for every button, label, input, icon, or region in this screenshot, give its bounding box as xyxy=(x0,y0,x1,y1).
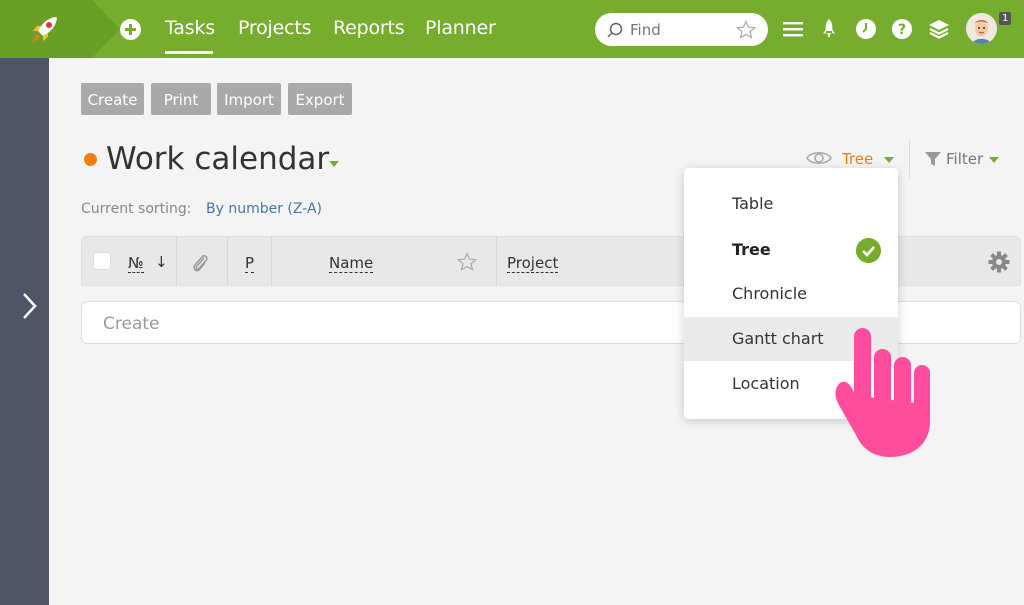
column-separator xyxy=(271,237,272,285)
filter-icon[interactable] xyxy=(924,150,942,168)
column-priority[interactable]: P xyxy=(245,255,255,273)
column-separator xyxy=(496,237,497,285)
sorting-label: Current sorting: xyxy=(81,201,192,217)
search-box xyxy=(595,13,768,46)
filter-caret[interactable] xyxy=(989,157,999,163)
import-button[interactable]: Import xyxy=(217,83,281,115)
column-project[interactable]: Project xyxy=(507,255,559,273)
add-new-icon[interactable] xyxy=(120,19,141,40)
chevron-right-icon[interactable] xyxy=(19,291,39,321)
layers-icon[interactable] xyxy=(928,18,950,40)
view-option-label: Tree xyxy=(732,240,771,259)
nav-tasks[interactable]: Tasks xyxy=(165,17,215,39)
create-button[interactable]: Create xyxy=(81,83,144,115)
quick-create-placeholder: Create xyxy=(103,314,160,334)
gear-icon[interactable] xyxy=(988,251,1010,273)
view-option-label: Location xyxy=(732,374,800,393)
collapsed-sidebar[interactable] xyxy=(0,58,49,605)
svg-text:?: ? xyxy=(898,22,906,38)
favorite-star-icon[interactable] xyxy=(736,20,756,40)
nav-projects[interactable]: Projects xyxy=(238,17,312,39)
view-option-label: Chronicle xyxy=(732,284,807,303)
nav-active-indicator xyxy=(165,51,213,54)
menu-icon[interactable] xyxy=(782,18,804,40)
sort-arrow-icon[interactable]: ↓ xyxy=(155,253,168,271)
view-caret[interactable] xyxy=(884,157,894,163)
title-dropdown-caret[interactable] xyxy=(329,161,339,167)
column-separator xyxy=(176,237,177,285)
filter-button[interactable]: Filter xyxy=(946,150,983,168)
clock-icon[interactable] xyxy=(855,18,877,40)
checkmark-icon xyxy=(856,238,881,263)
divider xyxy=(909,140,910,178)
user-avatar[interactable] xyxy=(966,13,997,44)
nav-reports[interactable]: Reports xyxy=(333,17,405,39)
avatar-image-icon xyxy=(966,13,997,44)
view-option-label: Gantt chart xyxy=(732,329,824,348)
column-name[interactable]: Name xyxy=(329,255,374,273)
column-separator xyxy=(227,237,228,285)
help-icon[interactable]: ? xyxy=(891,18,913,40)
view-option-chronicle[interactable]: Chronicle xyxy=(684,272,898,316)
view-option-tree[interactable]: Tree xyxy=(684,228,898,272)
status-dot xyxy=(84,153,97,166)
select-all-checkbox[interactable] xyxy=(93,252,111,270)
rocket-icon[interactable] xyxy=(818,18,840,40)
nav-planner[interactable]: Planner xyxy=(425,17,496,39)
view-option-table[interactable]: Table xyxy=(684,182,898,226)
rocket-logo-icon xyxy=(32,17,57,43)
view-option-label: Table xyxy=(732,194,774,213)
logo-block[interactable] xyxy=(0,0,120,58)
export-button[interactable]: Export xyxy=(288,83,352,115)
page-title: Work calendar xyxy=(106,141,330,177)
view-mode-selector[interactable]: Tree xyxy=(842,150,873,168)
column-number[interactable]: № xyxy=(128,255,144,273)
sorting-value-link[interactable]: By number (Z-A) xyxy=(206,201,322,217)
print-button[interactable]: Print xyxy=(151,83,211,115)
hand-cursor-icon xyxy=(835,328,930,457)
notification-badge: 1 xyxy=(999,12,1012,25)
eye-icon[interactable] xyxy=(806,148,832,168)
search-input[interactable] xyxy=(630,21,725,39)
star-icon[interactable] xyxy=(457,252,477,272)
search-icon xyxy=(607,22,623,38)
paperclip-icon[interactable] xyxy=(190,252,210,274)
top-navigation-bar: Tasks Projects Reports Planner ? xyxy=(0,0,1024,58)
